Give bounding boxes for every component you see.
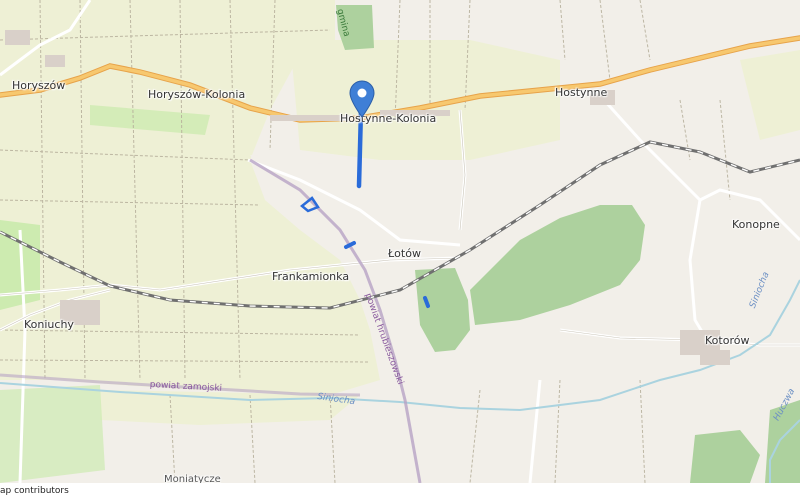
- place-label-moniatycze: Moniatycze: [164, 474, 221, 483]
- place-label-frankamionka: Frankamionka: [272, 270, 350, 283]
- place-label-hostynne: Hostynne: [555, 86, 608, 99]
- place-label-lotow: Łotów: [388, 247, 421, 260]
- place-label-horyszow-kolonia: Horyszów-Kolonia: [148, 88, 246, 101]
- place-label-horyszow: Horyszów: [12, 79, 66, 92]
- place-label-kotorow: Kotorów: [705, 334, 750, 347]
- map-attribution[interactable]: ap contributors: [0, 483, 800, 500]
- map-view[interactable]: Horyszów Horyszów-Kolonia Hostynne-Kolon…: [0, 0, 800, 483]
- map-tiles: [0, 0, 800, 483]
- place-label-koniuchy: Koniuchy: [24, 318, 74, 331]
- place-label-konopne: Konopne: [732, 218, 780, 231]
- map-pin-icon[interactable]: [349, 80, 375, 118]
